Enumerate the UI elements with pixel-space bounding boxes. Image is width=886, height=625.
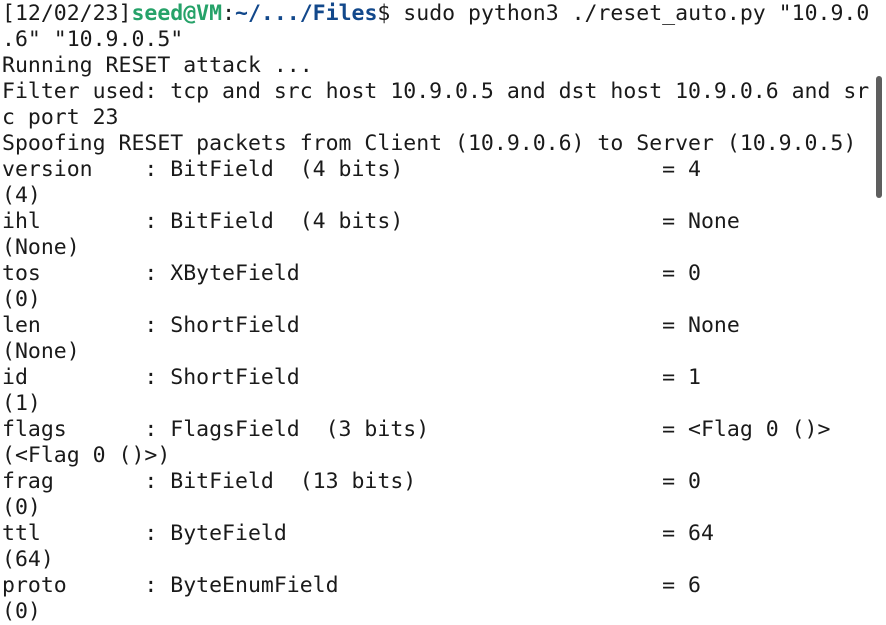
output-line: (0) [2,495,41,520]
output-line: version : BitField (4 bits) = 4 [2,157,701,182]
scrollbar[interactable] [874,0,886,625]
prompt-colon: : [222,1,236,26]
output-line: (0) [2,287,41,312]
output-line: Filter used: tcp and src host 10.9.0.5 a… [2,79,870,104]
output-line: ihl : BitField (4 bits) = None [2,209,740,234]
output-line: (64) [2,547,54,572]
output-lines: Running RESET attack ... Filter used: tcp… [2,53,874,625]
terminal-window[interactable]: [12/02/23]seed@VM:~/.../Files$ sudo pyth… [0,0,886,625]
output-line: c port 23 [2,105,119,130]
prompt-line: [12/02/23]seed@VM:~/.../Files$ sudo pyth… [2,1,874,27]
output-line: frag : BitField (13 bits) = 0 [2,469,701,494]
prompt-path: ~/.../Files [235,1,378,26]
output-line: (1) [2,391,41,416]
output-line: len : ShortField = None [2,313,740,338]
output-line: Running RESET attack ... [2,53,313,78]
output-line: id : ShortField = 1 [2,365,701,390]
command-text: sudo python3 ./reset_auto.py "10.9.0 [390,1,870,26]
output-line: (<Flag 0 ()>) [2,443,171,468]
command-continuation: .6" "10.9.0.5" [2,27,184,52]
output-line: ttl : ByteField = 64 [2,521,714,546]
output-line: (0) [2,599,41,624]
output-line: flags : FlagsField (3 bits) = <Flag 0 ()… [2,417,831,442]
prompt-userhost: seed@VM [131,1,223,26]
output-line: proto : ByteEnumField = 6 [2,573,701,598]
prompt-time: [12/02/23] [2,1,132,26]
output-line: (None) [2,339,80,364]
output-line: Spoofing RESET packets from Client (10.9… [2,131,857,156]
terminal-output: [12/02/23]seed@VM:~/.../Files$ sudo pyth… [2,1,874,625]
prompt-dollar: $ [377,1,391,26]
output-line: (4) [2,183,41,208]
output-line: (None) [2,235,80,260]
output-line: tos : XByteField = 0 [2,261,701,286]
scrollbar-thumb[interactable] [876,76,882,198]
